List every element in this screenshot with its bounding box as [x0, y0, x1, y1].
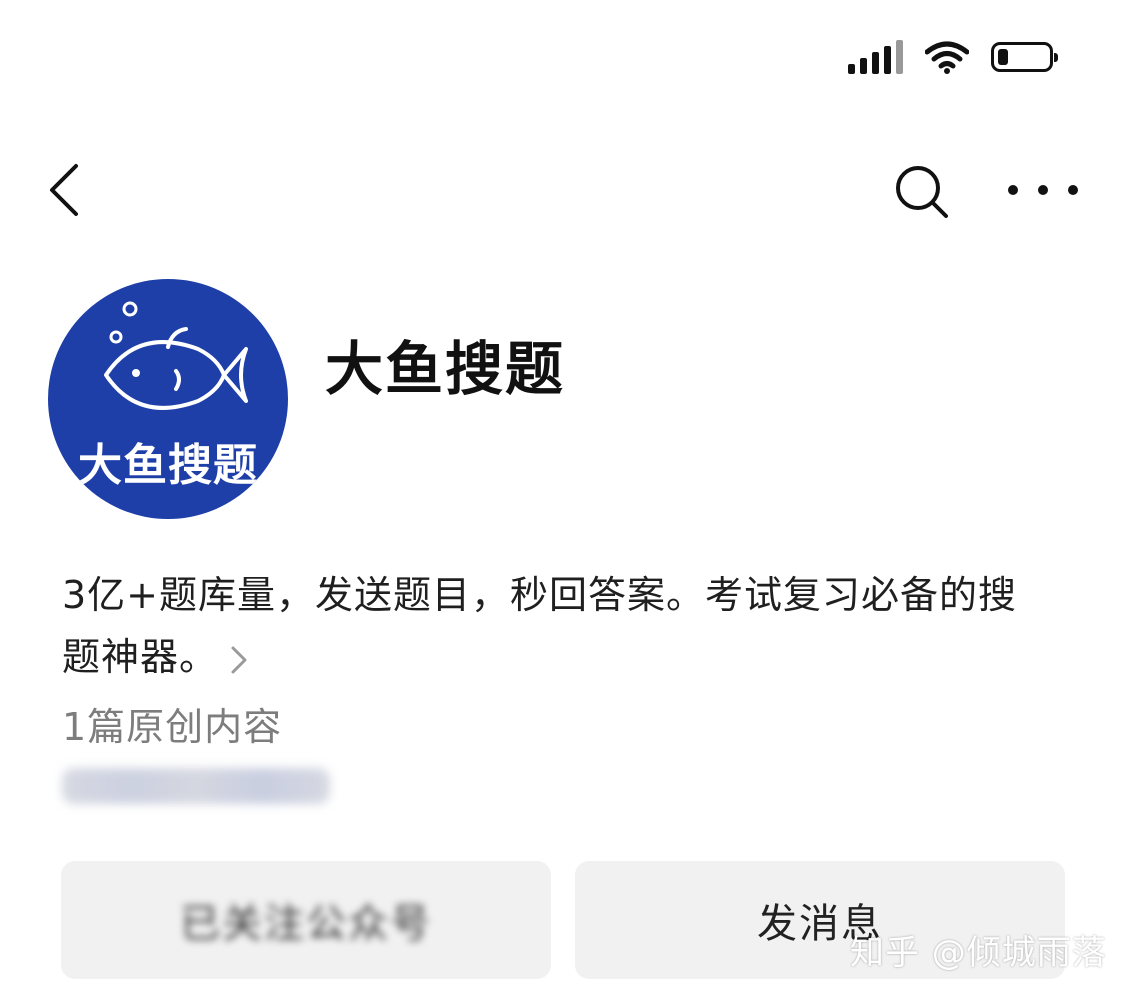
follow-button-label: 已关注公众号 [180, 901, 432, 947]
more-button[interactable] [1008, 170, 1078, 210]
battery-icon [991, 42, 1058, 72]
more-dot [1068, 185, 1078, 195]
chevron-left-icon [50, 164, 78, 216]
status-bar [848, 40, 1058, 74]
avatar[interactable]: 大鱼搜题 [48, 279, 288, 519]
search-icon [896, 166, 948, 218]
follow-button[interactable]: 已关注公众号 [61, 861, 551, 979]
watermark: 知乎 @倾城雨落 [850, 933, 1107, 973]
more-dot [1038, 185, 1048, 195]
original-content-count[interactable]: 1篇原创内容 [62, 696, 282, 751]
avatar-text: 大鱼搜题 [78, 440, 258, 491]
description-text: 3亿+题库量，发送题目，秒回答案。考试复习必备的搜题神器。 [62, 573, 1018, 679]
signal-icon [848, 40, 903, 74]
chevron-right-icon [231, 646, 247, 673]
search-button[interactable] [890, 160, 954, 224]
more-dot [1008, 185, 1018, 195]
back-button[interactable] [38, 160, 98, 220]
wifi-icon [925, 41, 969, 74]
redacted-text [62, 768, 330, 804]
account-name: 大鱼搜题 [325, 335, 566, 403]
account-description[interactable]: 3亿+题库量，发送题目，秒回答案。考试复习必备的搜题神器。 [62, 564, 1052, 688]
